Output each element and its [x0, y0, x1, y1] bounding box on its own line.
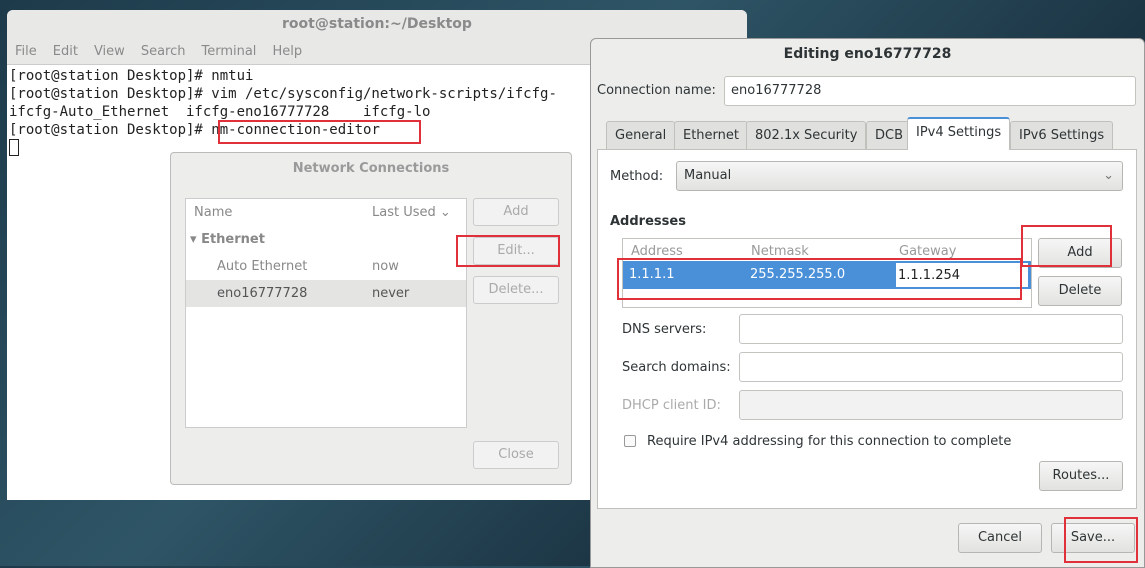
connection-name-label: Connection name: — [597, 83, 716, 98]
close-button[interactable]: Close — [473, 441, 559, 469]
group-ethernet[interactable]: ▾ Ethernet — [186, 226, 466, 253]
menu-view[interactable]: View — [94, 44, 125, 59]
routes-button[interactable]: Routes... — [1039, 461, 1123, 491]
col-name[interactable]: Name — [194, 205, 232, 220]
delete-button[interactable]: Delete... — [473, 276, 559, 304]
terminal-cursor — [9, 139, 19, 156]
terminal-line: ifcfg-Auto_Ethernet ifcfg-eno16777728 if… — [9, 104, 431, 120]
dialog-title: Network Connections — [292, 161, 450, 176]
method-label: Method: — [610, 169, 664, 184]
search-domains-label: Search domains: — [622, 360, 731, 375]
menu-file[interactable]: File — [15, 44, 37, 59]
add-button[interactable]: Add — [473, 198, 559, 226]
tab-ethernet[interactable]: Ethernet — [674, 121, 748, 149]
addresses-heading: Addresses — [610, 214, 686, 229]
menu-search[interactable]: Search — [141, 44, 186, 59]
dialog-title: Editing eno16777728 — [783, 46, 952, 62]
tab-8021x-security[interactable]: 802.1x Security — [746, 121, 867, 149]
highlight-add — [1021, 225, 1112, 267]
highlight-command — [218, 120, 421, 144]
dhcp-client-id-input[interactable] — [739, 390, 1123, 420]
tab-ipv4-settings[interactable]: IPv4 Settings — [907, 117, 1011, 150]
terminal-line: [root@station Desktop]# nmtui — [9, 68, 254, 84]
method-select[interactable]: Manual ⌄ — [676, 161, 1123, 191]
connections-list[interactable]: Name Last Used ⌄ ▾ Ethernet Auto Ethernet… — [185, 198, 467, 428]
require-ipv4-checkbox[interactable] — [624, 435, 636, 447]
highlight-edit — [456, 235, 560, 267]
list-header: Name Last Used ⌄ — [186, 199, 466, 226]
dhcp-client-id-label: DHCP client ID: — [622, 398, 721, 413]
menu-terminal[interactable]: Terminal — [201, 44, 256, 59]
highlight-address-row — [617, 258, 1022, 300]
network-connections-dialog: Network Connections Name Last Used ⌄ ▾ Et… — [170, 152, 572, 485]
dns-servers-input[interactable] — [739, 314, 1123, 344]
dns-label: DNS servers: — [622, 322, 707, 337]
chevron-down-icon: ⌄ — [1103, 168, 1114, 183]
connection-name-input[interactable]: eno16777728 — [724, 76, 1136, 106]
require-ipv4-label[interactable]: Require IPv4 addressing for this connect… — [647, 434, 1011, 449]
tab-general[interactable]: General — [606, 121, 676, 149]
delete-address-button[interactable]: Delete — [1038, 276, 1122, 306]
ipv4-panel: Method: Manual ⌄ Addresses Address Netmas… — [597, 149, 1137, 509]
search-domains-input[interactable] — [739, 352, 1123, 382]
menu-edit[interactable]: Edit — [53, 44, 78, 59]
tab-dcb[interactable]: DCB — [866, 121, 913, 149]
list-item-selected[interactable]: eno16777728 never — [186, 280, 466, 307]
tab-ipv6-settings[interactable]: IPv6 Settings — [1010, 121, 1114, 149]
highlight-save — [1064, 517, 1138, 563]
col-last-used[interactable]: Last Used ⌄ — [372, 199, 451, 226]
terminal-title: root@station:~/Desktop — [7, 10, 747, 40]
editing-connection-dialog: Editing eno16777728 Connection name: eno… — [590, 38, 1145, 568]
terminal-line: [root@station Desktop]# — [9, 122, 212, 138]
menu-help[interactable]: Help — [272, 44, 302, 59]
list-item[interactable]: Auto Ethernet now — [186, 253, 466, 280]
terminal-line: [root@station Desktop]# vim /etc/sysconf… — [9, 86, 557, 102]
cancel-button[interactable]: Cancel — [958, 523, 1042, 553]
